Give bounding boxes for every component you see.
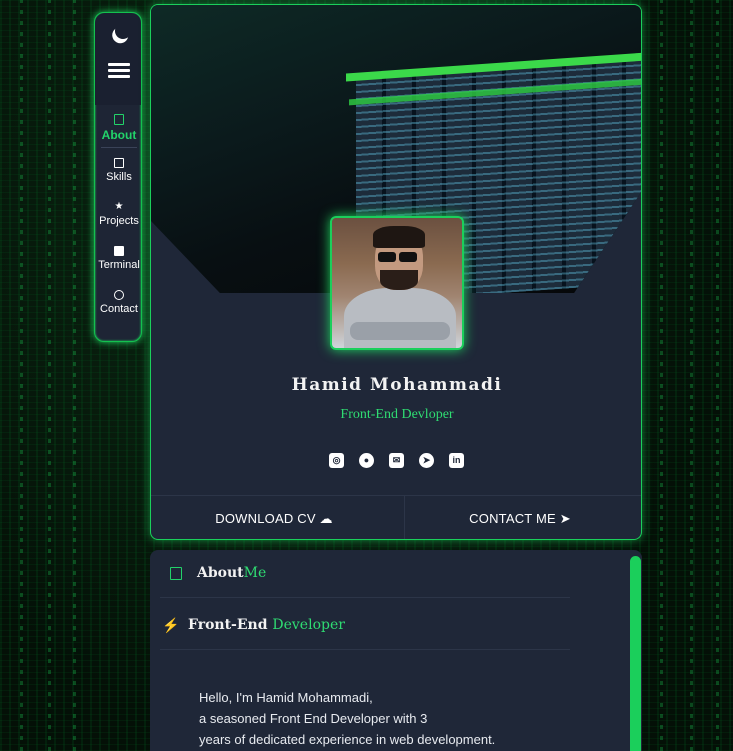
about-header: AboutMe	[160, 550, 570, 598]
role-header: ⚡ Front-End Developer	[160, 602, 570, 650]
nav-item-label: Projects	[99, 215, 139, 227]
mail-icon[interactable]: ✉	[389, 453, 404, 468]
about-title-main: About	[197, 565, 244, 581]
social-links: ◎ ● ✉ ➤ in	[329, 453, 469, 469]
nav-item-label: About	[101, 128, 137, 142]
avatar-body	[344, 288, 456, 348]
about-title-accent: Me	[243, 565, 267, 581]
profile-name: Hamid Mohammadi	[291, 375, 503, 395]
card-actions: DOWNLOAD CV ☁ CONTACT ME ➤	[151, 495, 641, 539]
terminal-icon	[114, 246, 124, 256]
nav-divider	[101, 147, 137, 148]
avatar-hair	[373, 226, 425, 248]
side-nav: About Skills ★ Projects Terminal Contact	[94, 12, 142, 342]
about-title: AboutMe	[197, 565, 266, 581]
nav-item-about[interactable]: About	[95, 114, 143, 142]
role-title: Front-End Developer	[188, 617, 345, 633]
about-line: a seasoned Front End Developer with 3	[199, 711, 428, 726]
nav-item-label: Terminal	[98, 259, 140, 271]
about-paragraph: Hello, I'm Hamid Mohammadi, a seasoned F…	[199, 687, 529, 750]
nav-item-label: Contact	[100, 303, 138, 315]
nav-item-contact[interactable]: Contact	[95, 290, 143, 315]
nav-item-label: Skills	[106, 171, 132, 183]
download-cv-button[interactable]: DOWNLOAD CV ☁	[151, 496, 397, 539]
role-title-main: Front-End	[188, 617, 268, 633]
contact-me-label: CONTACT ME	[469, 511, 556, 526]
cloud-download-icon: ☁	[319, 511, 333, 526]
nav-item-skills[interactable]: Skills	[95, 158, 143, 183]
send-icon: ➤	[559, 511, 571, 526]
profile-icon	[114, 114, 124, 125]
telegram-icon[interactable]: ➤	[419, 453, 434, 468]
profile-icon	[114, 158, 124, 168]
avatar-glasses	[378, 249, 420, 262]
profile-icon	[170, 567, 182, 580]
profile-role: Front-End Devloper	[340, 407, 454, 422]
avatar-beard	[380, 270, 418, 290]
github-icon[interactable]: ●	[359, 453, 374, 468]
magic-wand-icon: ⚡	[162, 617, 180, 633]
about-section: AboutMe ⚡ Front-End Developer Hello, I'm…	[150, 550, 642, 751]
nav-item-projects[interactable]: ★ Projects	[95, 201, 143, 228]
nav-item-terminal[interactable]: Terminal	[95, 246, 143, 271]
about-line: Hello, I'm Hamid Mohammadi,	[199, 690, 373, 705]
avatar-arms	[350, 322, 450, 340]
linkedin-icon[interactable]: in	[449, 453, 464, 468]
role-title-accent: Developer	[272, 617, 345, 633]
avatar	[330, 216, 464, 350]
download-cv-label: DOWNLOAD CV	[215, 511, 316, 526]
scrollbar[interactable]	[630, 556, 641, 751]
about-line: years of dedicated experience in web dev…	[199, 732, 496, 747]
chat-icon	[114, 290, 124, 300]
moon-icon[interactable]	[113, 21, 134, 42]
nav-top	[95, 13, 141, 105]
menu-icon[interactable]	[108, 63, 130, 81]
star-icon: ★	[114, 201, 124, 212]
profile-card: Hamid Mohammadi Front-End Devloper ◎ ● ✉…	[150, 4, 642, 540]
contact-me-button[interactable]: CONTACT ME ➤	[397, 496, 641, 539]
instagram-icon[interactable]: ◎	[329, 453, 344, 468]
